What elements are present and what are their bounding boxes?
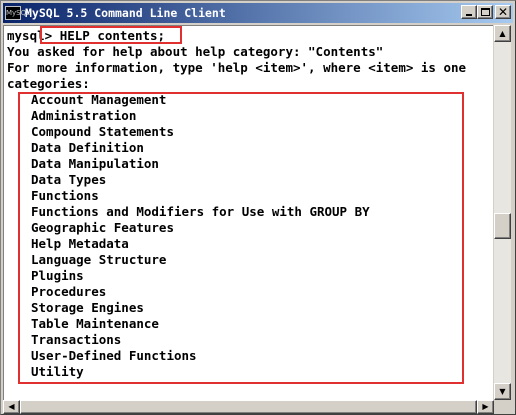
console-output[interactable]: mysql> HELP contents; You asked for help…: [3, 25, 493, 400]
response-line: For more information, type 'help <item>'…: [7, 60, 467, 75]
close-icon: ✕: [497, 5, 509, 19]
title-bar[interactable]: MySQL MySQL 5.5 Command Line Client ✕: [3, 3, 513, 23]
close-button[interactable]: ✕: [495, 5, 511, 19]
minimize-button[interactable]: [461, 5, 477, 19]
horizontal-scroll-thumb[interactable]: [20, 400, 477, 414]
maximize-button[interactable]: [477, 5, 493, 19]
window-title: MySQL 5.5 Command Line Client: [25, 6, 226, 20]
scroll-up-button[interactable]: ▲: [494, 25, 511, 42]
arrow-down-icon: ▼: [499, 387, 506, 396]
horizontal-scrollbar[interactable]: ◀ ▶: [3, 400, 494, 414]
arrow-up-icon: ▲: [499, 29, 506, 38]
maximize-icon: [481, 8, 490, 16]
response-line: categories:: [7, 76, 90, 91]
scroll-down-button[interactable]: ▼: [494, 383, 511, 400]
arrow-left-icon: ◀: [8, 402, 15, 411]
vertical-scrollbar[interactable]: ▲ ▼: [494, 25, 511, 400]
categories-highlight-box: [18, 92, 464, 384]
minimize-icon: [466, 14, 472, 16]
response-line: You asked for help about help category: …: [7, 44, 384, 59]
window-controls: ✕: [461, 5, 511, 19]
command-highlight-box: [40, 26, 182, 44]
scroll-right-button[interactable]: ▶: [477, 400, 494, 414]
vertical-scroll-thumb[interactable]: [494, 213, 511, 239]
mysql-app-icon[interactable]: MySQL: [5, 6, 30, 20]
arrow-right-icon: ▶: [482, 402, 489, 411]
mysql-client-window: MySQL MySQL 5.5 Command Line Client ✕ my…: [0, 0, 516, 415]
scroll-left-button[interactable]: ◀: [3, 400, 20, 414]
scrollbar-corner: [494, 400, 511, 414]
